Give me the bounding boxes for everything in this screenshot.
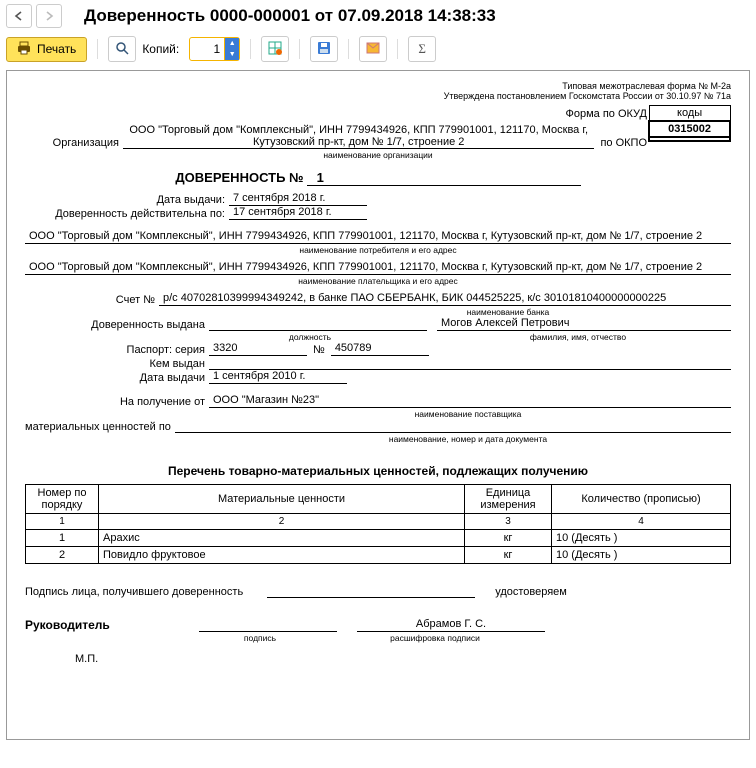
pass-date: 1 сентября 2010 г. — [209, 370, 347, 384]
issue-date-label: Дата выдачи: — [25, 194, 229, 206]
okud-code: 0315002 — [649, 121, 730, 137]
codes-header: коды — [649, 106, 730, 122]
envelope-icon — [366, 42, 380, 57]
table-settings-button[interactable] — [261, 36, 289, 62]
payer-caption: наименование плательщика и его адрес — [25, 276, 731, 286]
spin-down-icon[interactable]: ▼ — [225, 49, 239, 60]
passport-no: 450789 — [331, 342, 429, 356]
account-label: Счет № — [25, 294, 159, 306]
sign-holder-label: Подпись лица, получившего доверенность — [25, 586, 247, 598]
issued-by — [209, 356, 731, 370]
doc-title-prefix: ДОВЕРЕННОСТЬ № — [175, 170, 303, 185]
title-toolbar: Доверенность 0000-000001 от 07.09.2018 1… — [0, 0, 756, 32]
okpo-label: по ОКПО — [600, 137, 651, 149]
separator — [397, 39, 398, 59]
decrypt-caption: расшифровка подписи — [345, 633, 525, 643]
table-colnum-row: 1 2 3 4 — [26, 514, 731, 530]
items-caption: Перечень товарно-материальных ценностей,… — [25, 464, 731, 478]
email-button[interactable] — [359, 36, 387, 62]
receive-from-label: На получение от — [25, 396, 209, 408]
separator — [299, 39, 300, 59]
bank-caption: наименование банка — [285, 307, 731, 317]
copies-input[interactable] — [190, 42, 224, 56]
certify-label: удостоверяем — [495, 586, 571, 598]
valid-label: Доверенность действительна по: — [25, 208, 229, 220]
issued-to-label: Доверенность выдана — [25, 319, 209, 331]
spin-up-icon[interactable]: ▲ — [225, 38, 239, 49]
doc-number: 1 — [307, 170, 581, 186]
save-button[interactable] — [310, 36, 338, 62]
stamp-label: М.П. — [75, 653, 731, 665]
payer-line: ООО "Торговый дом "Комплексный", ИНН 779… — [25, 261, 731, 275]
okud-label: Форма по ОКУД — [566, 108, 652, 120]
issue-date: 7 сентября 2018 г. — [229, 192, 367, 206]
supplier-caption: наименование поставщика — [205, 409, 731, 419]
issued-position — [209, 317, 427, 331]
document-title: Доверенность 0000-000001 от 07.09.2018 1… — [84, 6, 496, 26]
col-header: Номер по порядку — [26, 485, 99, 514]
receive-from: ООО "Магазин №23" — [209, 394, 731, 408]
copies-label: Копий: — [142, 42, 183, 56]
consumer-caption: наименование потребителя и его адрес — [25, 245, 731, 255]
director-name: Абрамов Г. С. — [357, 618, 545, 632]
separator — [348, 39, 349, 59]
action-toolbar: Печать Копий: ▲ ▼ Σ — [0, 32, 756, 70]
separator — [97, 39, 98, 59]
forward-button[interactable] — [36, 4, 62, 28]
col-header: Единица измерения — [465, 485, 552, 514]
copies-spinner[interactable]: ▲ ▼ — [189, 37, 240, 61]
values-by-label: материальных ценностей по — [25, 421, 175, 433]
table-cell: 10 (Десять ) — [552, 547, 731, 564]
org-caption: наименование организации — [25, 150, 731, 160]
org-value: ООО "Торговый дом "Комплексный", ИНН 779… — [123, 124, 594, 149]
passport-series-label: Паспорт: серия — [25, 344, 209, 356]
printer-icon — [17, 41, 31, 58]
table-cell: кг — [465, 547, 552, 564]
separator — [250, 39, 251, 59]
sign-caption: подпись — [195, 633, 325, 643]
sum-button[interactable]: Σ — [408, 36, 436, 62]
table-cell: 2 — [26, 547, 99, 564]
approved-line: Утверждена постановлением Госкомстата Ро… — [25, 91, 731, 101]
values-caption: наименование, номер и дата документа — [205, 434, 731, 444]
values-by — [175, 419, 731, 433]
preview-button[interactable] — [108, 36, 136, 62]
magnifier-icon — [115, 41, 129, 58]
col-header: Количество (прописью) — [552, 485, 731, 514]
account-value: р/с 40702810399994349242, в банке ПАО СБ… — [159, 292, 731, 306]
items-table: Номер по порядку Материальные ценности Е… — [25, 484, 731, 564]
okpo-code — [649, 137, 730, 141]
table-row: 2Повидло фруктовоекг10 (Десять ) — [26, 547, 731, 564]
fio-caption: фамилия, имя, отчество — [425, 332, 731, 342]
issued-fio: Могов Алексей Петрович — [437, 317, 731, 331]
print-label: Печать — [37, 42, 76, 56]
print-sheet: Типовая межотраслевая форма № М-2а Утвер… — [6, 70, 750, 740]
valid-until: 17 сентября 2018 г. — [229, 206, 367, 220]
passport-no-label: № — [307, 344, 331, 356]
table-cell: Повидло фруктовое — [99, 547, 465, 564]
consumer-line: ООО "Торговый дом "Комплексный", ИНН 779… — [25, 230, 731, 244]
print-button[interactable]: Печать — [6, 37, 87, 62]
grid-icon — [268, 41, 282, 58]
issued-by-label: Кем выдан — [25, 358, 209, 370]
table-cell: 1 — [26, 530, 99, 547]
pass-date-label: Дата выдачи — [25, 372, 209, 384]
codes-box: коды 0315002 — [648, 105, 731, 142]
passport-series: 3320 — [209, 342, 307, 356]
floppy-icon — [317, 41, 331, 58]
sigma-icon: Σ — [418, 41, 426, 57]
table-header-row: Номер по порядку Материальные ценности Е… — [26, 485, 731, 514]
position-caption: должность — [205, 332, 415, 342]
table-cell: Арахис — [99, 530, 465, 547]
col-header: Материальные ценности — [99, 485, 465, 514]
form-type-line: Типовая межотраслевая форма № М-2а — [25, 81, 731, 91]
table-cell: кг — [465, 530, 552, 547]
org-label: Организация — [25, 137, 123, 149]
director-label: Руководитель — [25, 618, 139, 632]
table-row: 1Арахискг10 (Десять ) — [26, 530, 731, 547]
table-cell: 10 (Десять ) — [552, 530, 731, 547]
back-button[interactable] — [6, 4, 32, 28]
